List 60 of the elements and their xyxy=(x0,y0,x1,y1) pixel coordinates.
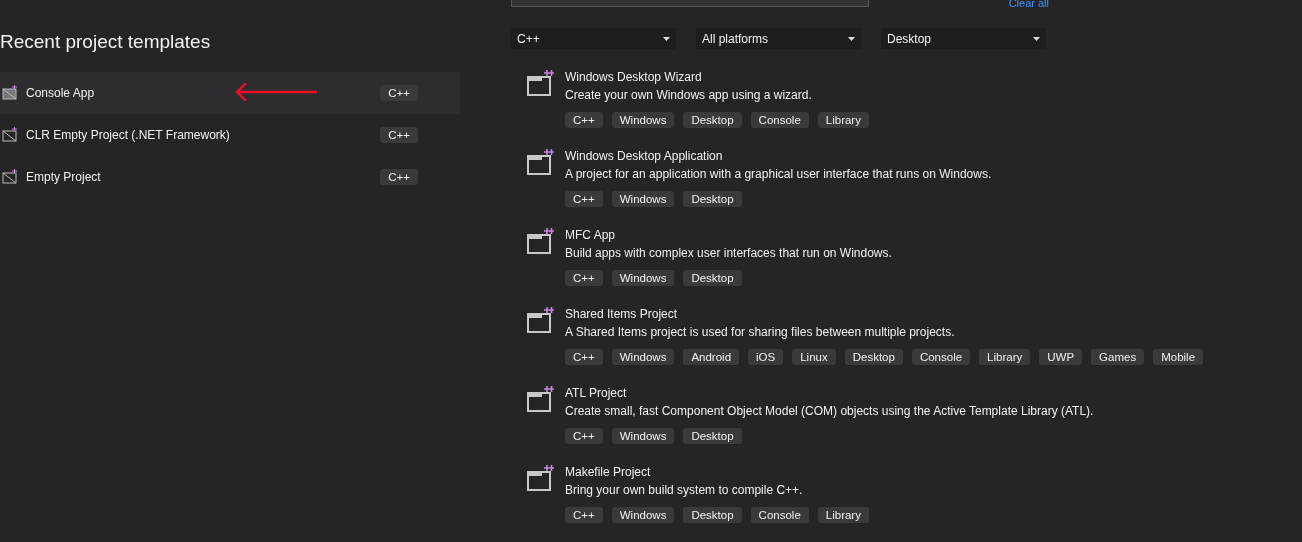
language-tag: C++ xyxy=(380,169,418,185)
template-tag: Library xyxy=(979,349,1031,365)
template-item[interactable]: ATL Project Create small, fast Component Object Model (COM) objects using the Active Template Library (ATL). C++ Windows Desktop xyxy=(525,385,1302,464)
project-window-icon xyxy=(2,169,18,185)
template-tag: Console xyxy=(750,507,809,523)
template-tag: Library xyxy=(817,507,869,523)
template-tag: C++ xyxy=(565,112,603,128)
template-tag: Windows xyxy=(611,349,675,365)
template-tag: C++ xyxy=(565,507,603,523)
template-tag: Windows xyxy=(611,270,675,286)
project-window-icon xyxy=(525,69,555,99)
template-tag: iOS xyxy=(748,349,784,365)
caret-icon xyxy=(1033,36,1040,41)
template-tag: Console xyxy=(911,349,971,365)
filter-dropdown[interactable]: Desktop xyxy=(881,28,1046,49)
template-tag: Desktop xyxy=(683,270,742,286)
caret-icon xyxy=(848,36,855,41)
template-tag: Windows xyxy=(611,507,675,523)
filter-dropdown[interactable]: All platforms xyxy=(696,28,861,49)
template-tag: Games xyxy=(1091,349,1145,365)
recent-template-item[interactable]: Console App C++ xyxy=(0,72,460,114)
template-tag: C++ xyxy=(565,428,603,444)
template-tag: Desktop xyxy=(683,428,742,444)
template-item[interactable]: MFC App Build apps with complex user interfaces that run on Windows. C++ Windows Desktop xyxy=(525,227,1302,306)
template-tag: C++ xyxy=(565,191,603,207)
template-tag: Desktop xyxy=(683,112,742,128)
language-tag: C++ xyxy=(380,127,418,143)
template-tag: Android xyxy=(683,349,740,365)
template-item[interactable]: Windows Desktop Wizard Create your own Windows app using a wizard. C++ Windows Desktop Console Library xyxy=(525,69,1302,148)
project-window-icon xyxy=(525,148,555,178)
template-tag: Windows xyxy=(611,112,675,128)
template-tag: C++ xyxy=(565,270,603,286)
section-heading: Recent project templates xyxy=(0,31,212,53)
recent-template-item[interactable]: CLR Empty Project (.NET Framework) C++ xyxy=(0,114,460,156)
template-tag: Library xyxy=(817,112,869,128)
template-tag: Console xyxy=(750,112,809,128)
language-tag: C++ xyxy=(380,85,418,101)
project-window-icon xyxy=(525,385,555,415)
template-tag: Desktop xyxy=(683,507,742,523)
project-window-icon xyxy=(2,85,18,101)
clear-all-link[interactable]: Clear all xyxy=(1008,0,1049,9)
template-tag: C++ xyxy=(565,349,603,365)
search-field[interactable] xyxy=(511,0,869,7)
project-window-icon xyxy=(2,127,18,143)
project-window-icon xyxy=(525,306,555,336)
caret-icon xyxy=(663,36,670,41)
project-window-icon xyxy=(525,227,555,257)
filter-dropdown[interactable]: C++ xyxy=(511,28,676,49)
template-tag: UWP xyxy=(1039,349,1083,365)
template-tag: Linux xyxy=(792,349,836,365)
template-item[interactable]: Shared Items Project A Shared Items project is used for sharing files between multiple projects. C++ Windows Android iOS Linux Desktop Console Library UWP Games Mobile xyxy=(525,306,1302,385)
project-window-icon xyxy=(525,464,555,494)
template-tag: Desktop xyxy=(844,349,903,365)
template-item[interactable]: Makefile Project Bring your own build system to compile C++. C++ Windows Desktop Console Library xyxy=(525,464,1302,542)
recent-template-item[interactable]: Empty Project C++ xyxy=(0,156,460,198)
template-tag: Mobile xyxy=(1153,349,1204,365)
template-tag: Windows xyxy=(611,428,675,444)
template-tag: Desktop xyxy=(683,191,742,207)
template-item[interactable]: Windows Desktop Application A project for an application with a graphical user interface that runs on Windows. C++ Windows Desktop xyxy=(525,148,1302,227)
template-tag: Windows xyxy=(611,191,675,207)
